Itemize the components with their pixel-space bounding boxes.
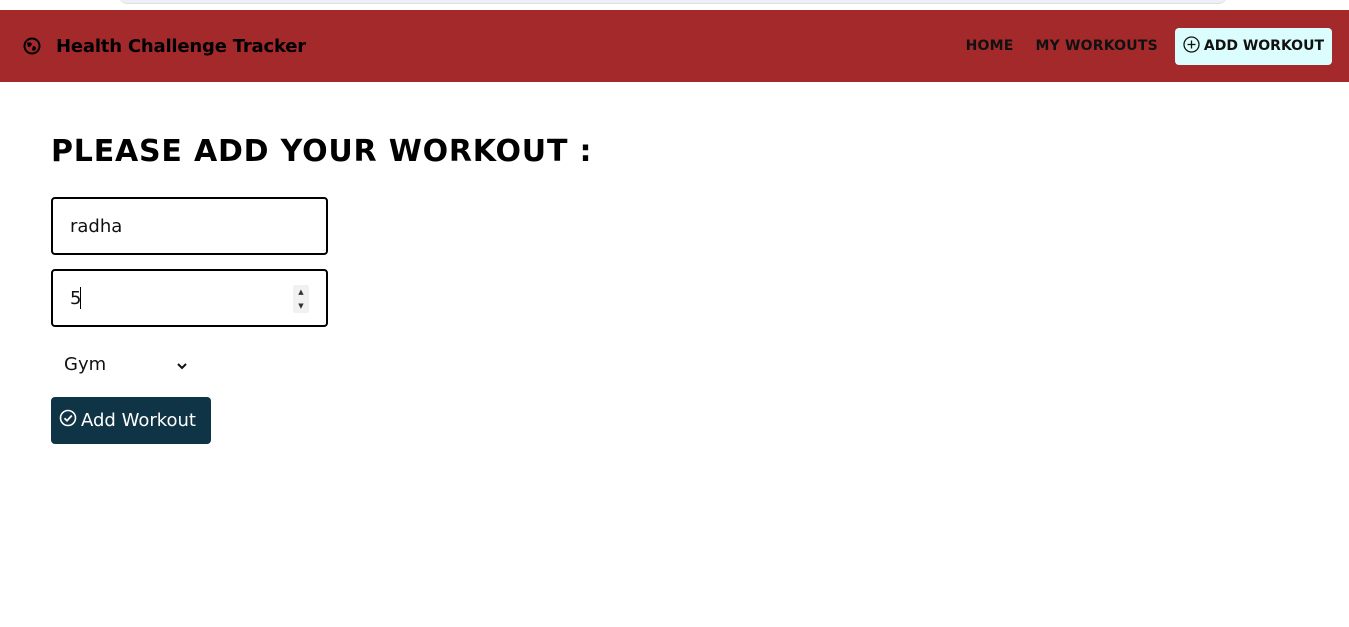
- nav-home-link[interactable]: HOME: [966, 38, 1014, 54]
- nav-links: HOME MY WORKOUTS ADD WORKOUT: [944, 10, 1332, 82]
- check-circle-icon: [59, 409, 77, 432]
- workout-type-selected: Gym: [64, 353, 107, 375]
- nav-add-workout-button[interactable]: ADD WORKOUT: [1174, 27, 1332, 65]
- workout-type-select[interactable]: Gym: [51, 347, 196, 381]
- number-stepper[interactable]: ▲ ▼: [293, 285, 309, 313]
- stepper-down-icon[interactable]: ▼: [298, 302, 303, 310]
- top-navbar: Health Challenge Tracker HOME MY WORKOUT…: [0, 10, 1349, 82]
- page-title: PLEASE ADD YOUR WORKOUT :: [51, 134, 593, 169]
- globe-icon: [22, 36, 42, 56]
- plus-circle-icon: [1183, 35, 1200, 57]
- text-caret: [80, 287, 81, 309]
- browser-tab-edge: [118, 0, 1228, 4]
- browser-chrome-strip: [0, 0, 1349, 10]
- workout-minutes-input[interactable]: [51, 269, 328, 327]
- add-workout-submit-button[interactable]: Add Workout: [51, 397, 211, 444]
- nav-my-workouts-link[interactable]: MY WORKOUTS: [1035, 38, 1157, 54]
- stepper-up-icon[interactable]: ▲: [298, 288, 303, 296]
- user-name-input[interactable]: [51, 197, 328, 255]
- brand-title: Health Challenge Tracker: [56, 35, 306, 57]
- chevron-down-icon: [176, 357, 188, 370]
- brand[interactable]: Health Challenge Tracker: [22, 10, 306, 82]
- nav-add-workout-label: ADD WORKOUT: [1203, 38, 1324, 54]
- add-workout-submit-label: Add Workout: [81, 410, 196, 431]
